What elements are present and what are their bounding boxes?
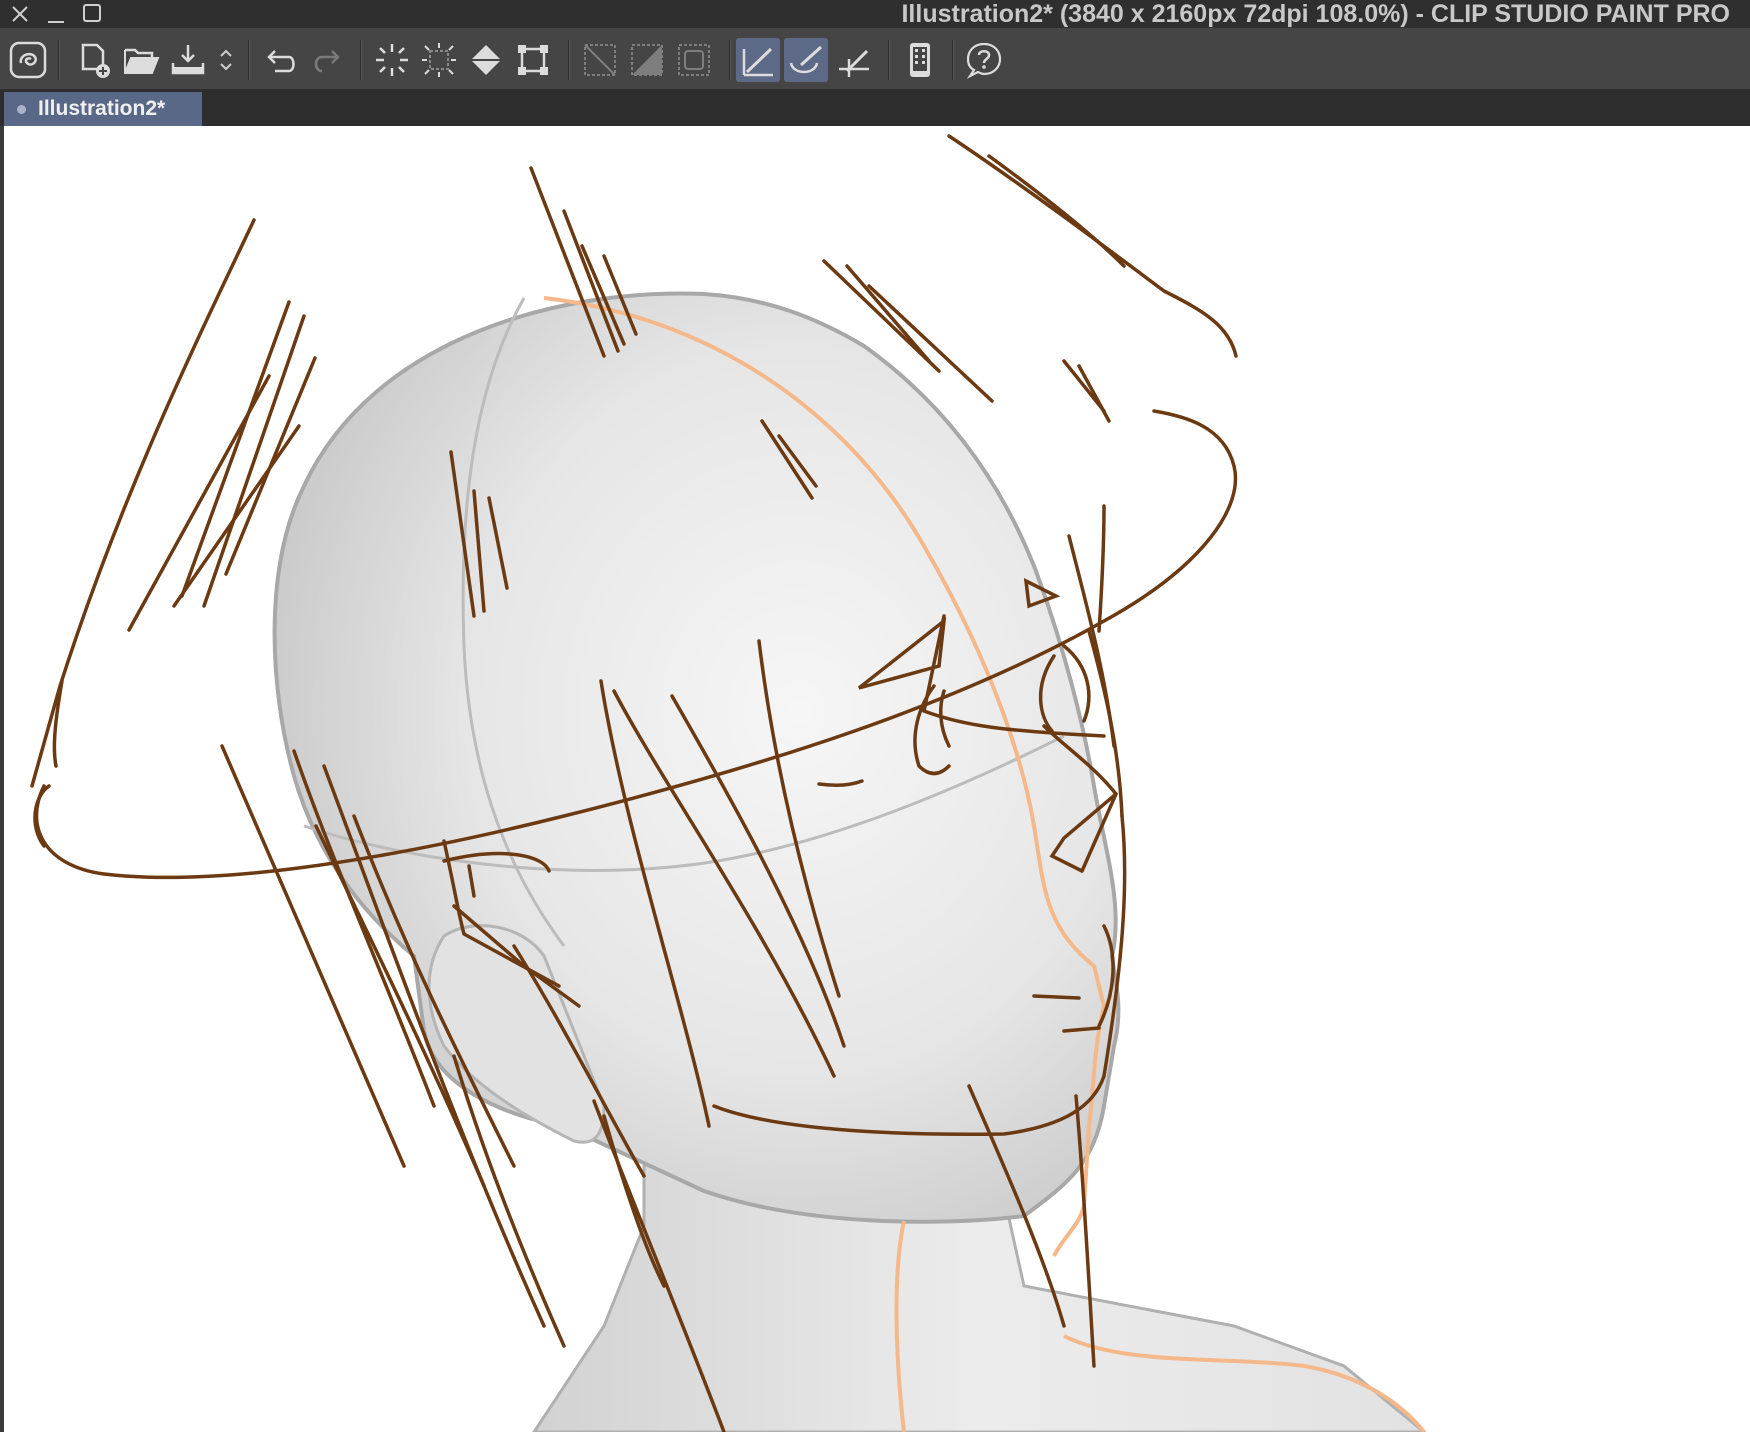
help-button[interactable] bbox=[962, 38, 1006, 82]
command-bar bbox=[0, 28, 1750, 90]
fill-button[interactable] bbox=[464, 38, 508, 82]
folder-open-icon bbox=[124, 48, 160, 74]
save-icon bbox=[171, 45, 205, 75]
smartphone-button[interactable] bbox=[898, 38, 942, 82]
tab-illustration2[interactable]: Illustration2* bbox=[4, 92, 202, 126]
deselect-icon bbox=[584, 44, 616, 76]
smartphone-icon bbox=[910, 43, 930, 77]
minimize-icon[interactable] bbox=[44, 2, 68, 26]
invert-selection-icon bbox=[631, 44, 663, 76]
new-button[interactable] bbox=[72, 38, 116, 82]
swirl-logo-icon bbox=[9, 41, 47, 79]
help-icon bbox=[966, 42, 1002, 79]
chevron-updown-icon bbox=[220, 49, 232, 71]
undo-button[interactable] bbox=[258, 38, 302, 82]
close-icon[interactable] bbox=[8, 2, 32, 26]
new-file-icon bbox=[81, 43, 110, 78]
undo-icon bbox=[267, 50, 295, 73]
clear-burst-icon bbox=[376, 44, 408, 76]
open-button[interactable] bbox=[119, 38, 163, 82]
clear-outside-icon bbox=[422, 43, 456, 77]
invert-selection-button[interactable] bbox=[625, 38, 669, 82]
clear-button[interactable] bbox=[370, 38, 414, 82]
maximize-icon[interactable] bbox=[80, 2, 104, 26]
tab-label: Illustration2* bbox=[38, 97, 166, 120]
clip-studio-button[interactable] bbox=[6, 38, 50, 82]
snap-to-special-ruler-button[interactable] bbox=[784, 38, 828, 82]
document-tab-bar: Illustration2* bbox=[0, 90, 1750, 126]
fill-bucket-icon bbox=[471, 45, 501, 75]
save-options-toggle[interactable] bbox=[210, 38, 242, 82]
snap-ruler-icon bbox=[742, 47, 773, 77]
snap-to-ruler-button[interactable] bbox=[736, 38, 780, 82]
canvas-drawing bbox=[30, 134, 1427, 1432]
snap-grid-icon bbox=[839, 49, 869, 77]
redo-icon bbox=[314, 50, 340, 73]
selection-border-button[interactable] bbox=[672, 38, 716, 82]
window-title: Illustration2* (3840 x 2160px 72dpi 108.… bbox=[901, 0, 1730, 28]
redo-button[interactable] bbox=[305, 38, 349, 82]
title-bar: Illustration2* (3840 x 2160px 72dpi 108.… bbox=[0, 0, 1750, 28]
snap-special-ruler-icon bbox=[789, 45, 823, 74]
transform-icon bbox=[518, 45, 548, 75]
selection-border-icon bbox=[678, 44, 710, 76]
canvas[interactable] bbox=[4, 126, 1750, 1432]
deselect-button[interactable] bbox=[578, 38, 622, 82]
clear-outside-selection-button[interactable] bbox=[417, 38, 461, 82]
transform-button[interactable] bbox=[511, 38, 555, 82]
save-button[interactable] bbox=[166, 38, 210, 82]
snap-to-grid-button[interactable] bbox=[832, 38, 876, 82]
unsaved-dot-icon bbox=[17, 104, 26, 114]
